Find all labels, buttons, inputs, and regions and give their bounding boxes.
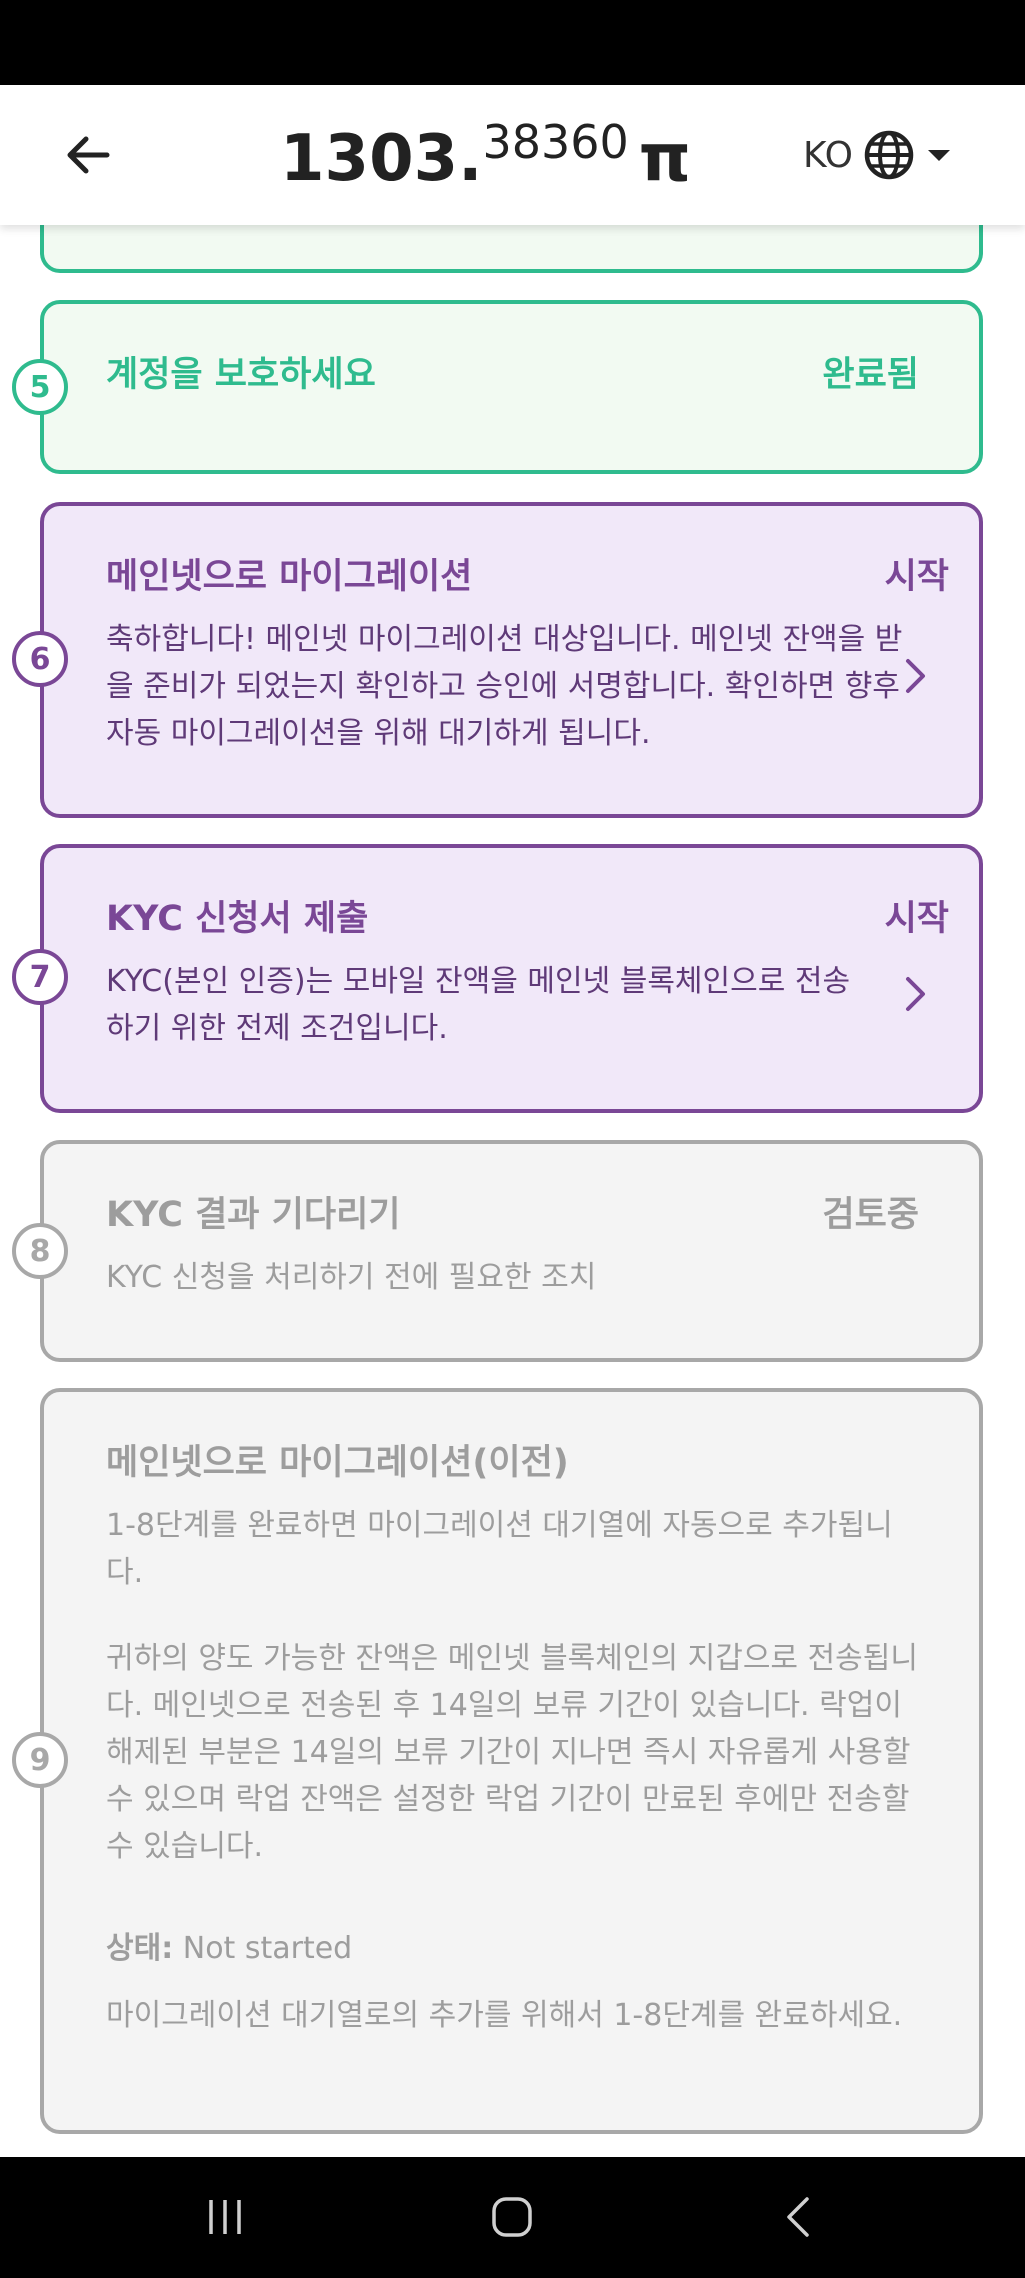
step-card-6[interactable]: 메인넷으로 마이그레이션 시작 축하합니다! 메인넷 마이그레이션 대상입니다.… (40, 502, 983, 818)
language-code: KO (803, 134, 853, 176)
step-card-8: KYC 결과 기다리기 검토중 KYC 신청을 처리하기 전에 필요한 조치 (40, 1140, 983, 1362)
migration-steps-list: 계정을 보호하세요 완료됨 5 메인넷으로 마이그레이션 시작 축하합니다! 메… (0, 225, 1025, 2157)
system-back-icon (787, 2197, 809, 2237)
step-number-badge: 7 (12, 949, 68, 1005)
step-status-line: 상태: Not started (106, 1925, 921, 1972)
globe-icon (864, 130, 914, 180)
system-navigation-bar (0, 2157, 1025, 2278)
recent-apps-icon (209, 2200, 241, 2234)
balance-integer: 1303. (280, 122, 483, 196)
step-card-previous (40, 225, 983, 273)
step-description: KYC 신청을 처리하기 전에 필요한 조치 (106, 1260, 597, 1295)
step-note: 마이그레이션 대기열로의 추가를 위해서 1-8단계를 완료하세요. (106, 1998, 903, 2033)
chevron-right-icon (906, 659, 925, 693)
step-status: 시작 (884, 557, 949, 597)
language-selector[interactable]: KO (803, 125, 953, 185)
pi-balance: 1303. 38360 π (280, 107, 691, 207)
system-back-button[interactable] (758, 2187, 838, 2247)
step-title: 계정을 보호하세요 (106, 355, 376, 395)
step-title: 메인넷으로 마이그레이션 (106, 557, 473, 597)
step-number-badge: 9 (12, 1732, 68, 1788)
home-icon (492, 2197, 532, 2237)
step-card-5: 계정을 보호하세요 완료됨 (40, 300, 983, 474)
pi-symbol: π (638, 119, 691, 196)
step-description: 축하합니다! 메인넷 마이그레이션 대상입니다. 메인넷 잔액을 받을 준비가 … (106, 622, 903, 751)
step-title: KYC 신청서 제출 (106, 899, 369, 939)
step-number-badge: 5 (12, 359, 68, 415)
back-button[interactable] (58, 125, 118, 185)
step-description-queue: 1-8단계를 완료하면 마이그레이션 대기열에 자동으로 추가됩니다. (106, 1508, 893, 1590)
app-header: 1303. 38360 π KO (0, 85, 1025, 225)
arrow-left-icon (67, 136, 110, 174)
chevron-right-icon (906, 977, 925, 1011)
step-description: KYC(본인 인증)는 모바일 잔액을 메인넷 블록체인으로 전송하기 위한 전… (106, 964, 851, 1046)
status-label: 상태: (106, 1931, 174, 1966)
recent-apps-button[interactable] (185, 2187, 265, 2247)
caret-down-icon (927, 150, 950, 161)
step-card-9: 메인넷으로 마이그레이션(이전) 1-8단계를 완료하면 마이그레이션 대기열에… (40, 1388, 983, 2134)
status-value: Not started (182, 1931, 353, 1966)
balance-decimal: 38360 (482, 115, 629, 169)
step-status: 검토중 (822, 1195, 919, 1235)
status-bar (0, 0, 1025, 85)
home-button[interactable] (472, 2187, 552, 2247)
step-status: 시작 (884, 899, 949, 939)
step-title: KYC 결과 기다리기 (106, 1195, 401, 1235)
step-description-transfer: 귀하의 양도 가능한 잔액은 메인넷 블록체인의 지갑으로 전송됩니다. 메인넷… (106, 1641, 918, 1864)
step-number-badge: 8 (12, 1223, 68, 1279)
step-number-badge: 6 (12, 631, 68, 687)
step-title: 메인넷으로 마이그레이션(이전) (106, 1443, 569, 1483)
step-card-7[interactable]: KYC 신청서 제출 시작 KYC(본인 인증)는 모바일 잔액을 메인넷 블록… (40, 844, 983, 1113)
step-status: 완료됨 (822, 355, 919, 395)
